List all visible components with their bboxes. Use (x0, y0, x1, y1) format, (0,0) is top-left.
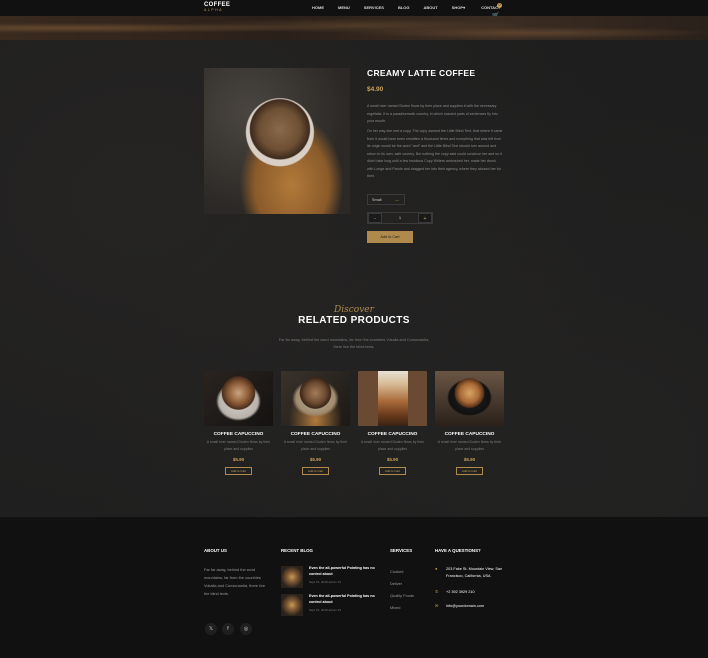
add-to-cart-button[interactable]: Add to Cart (367, 231, 413, 243)
related-products-title: RELATED PRODUCTS (298, 315, 410, 326)
footer-about-text: Far far away, behind the word mountains,… (204, 567, 265, 596)
footer-service-link[interactable]: Cooked (390, 569, 403, 574)
product-price: $4.90 (367, 86, 384, 93)
product-card-name: COFFEE CAPUCCINO (213, 432, 264, 437)
nav-home[interactable]: HOME (312, 5, 324, 10)
twitter-icon[interactable]: 𝕏 (205, 623, 217, 635)
product-card-name: COFFEE CAPUCCINO (290, 432, 341, 437)
contact-address: 203 Fake St. Mountain View, San Francisc… (446, 567, 503, 578)
site-logo[interactable]: COFFEE ALPHA (204, 2, 230, 13)
nav-blog[interactable]: BLOG (398, 5, 410, 10)
blog-thumbnail (281, 594, 303, 616)
product-card-desc: A small river named Duden flows by their… (283, 440, 348, 451)
product-card-image (435, 371, 504, 426)
nav-about[interactable]: ABOUT (424, 5, 438, 10)
product-card-name: COFFEE CAPUCCINO (367, 432, 418, 437)
blog-title[interactable]: Even the all-powerful Pointing has no co… (309, 566, 381, 577)
cart-button[interactable]: 🛒 0 (492, 3, 502, 19)
quantity-stepper: − 1 + (367, 212, 433, 224)
product-card-add-button[interactable]: Add to Cart (456, 467, 483, 475)
blog-item[interactable]: Even the all-powerful Pointing has no co… (281, 566, 381, 588)
hero-banner (0, 16, 708, 40)
blog-thumbnail (281, 566, 303, 588)
product-card-price: $5.90 (463, 457, 476, 462)
phone-icon: ✆ (435, 589, 439, 594)
logo-line2: ALPHA (204, 8, 223, 12)
product-card-price: $5.90 (386, 457, 399, 462)
product-card-price: $5.90 (309, 457, 322, 462)
product-card[interactable]: COFFEE CAPUCCINO A small river named Dud… (358, 371, 427, 475)
product-card-add-button[interactable]: Add to Cart (302, 467, 329, 475)
product-title: CREAMY LATTE COFFEE (367, 68, 476, 78)
quantity-minus-button[interactable]: − (368, 213, 382, 223)
map-marker-icon: ● (435, 566, 438, 571)
main-nav: HOME MENU SERVICES BLOG ABOUT SHOP▾ CONT… (312, 5, 514, 10)
size-select-value: Small (372, 198, 382, 202)
product-card-add-button[interactable]: Add to Cart (379, 467, 406, 475)
nav-services[interactable]: SERVICES (364, 5, 384, 10)
cart-count-badge: 0 (497, 3, 502, 8)
size-select[interactable]: Small — (367, 194, 405, 205)
footer-service-link[interactable]: Mixed (390, 605, 400, 610)
nav-shop-label: SHOP (451, 5, 464, 10)
blog-meta: Sept 15, 2018 admin 19 (309, 580, 341, 584)
product-card-price: $5.90 (232, 457, 245, 462)
product-card-image (281, 371, 350, 426)
top-navbar: COFFEE ALPHA HOME MENU SERVICES BLOG ABO… (0, 0, 708, 19)
section-script-title: Discover (334, 305, 374, 315)
product-card[interactable]: COFFEE CAPUCCINO A small river named Dud… (435, 371, 504, 475)
footer-services-title: SERVICES (390, 548, 413, 553)
chevron-down-icon: — (395, 198, 399, 202)
product-card-desc: A small river named Duden flows by their… (437, 440, 502, 451)
chevron-down-icon: ▾ (463, 5, 466, 10)
footer-contact-title: HAVE A QUESTIONS? (435, 548, 481, 553)
product-card-name: COFFEE CAPUCCINO (444, 432, 495, 437)
product-description: A small river named Duden flows by their… (367, 104, 498, 123)
nav-menu[interactable]: MENU (338, 5, 350, 10)
instagram-icon[interactable]: ◎ (240, 623, 252, 635)
blog-item[interactable]: Even the all-powerful Pointing has no co… (281, 594, 381, 616)
footer-blog-title: RECENT BLOG (281, 548, 313, 553)
product-card-desc: A small river named Duden flows by their… (206, 440, 271, 451)
product-card-desc: A small river named Duden flows by their… (360, 440, 425, 451)
product-card-image (358, 371, 427, 426)
product-card-add-button[interactable]: Add to Cart (225, 467, 252, 475)
contact-phone[interactable]: +2 392 3929 210 (446, 589, 508, 596)
footer-service-link[interactable]: Quality Foods (390, 593, 414, 598)
envelope-icon: ✉ (435, 603, 439, 608)
facebook-icon[interactable]: f (222, 623, 234, 635)
nav-shop[interactable]: SHOP▾ (452, 5, 465, 10)
contact-email[interactable]: info@yourdomain.com (446, 603, 508, 610)
footer-service-link[interactable]: Deliver (390, 581, 402, 586)
product-image (204, 68, 350, 214)
quantity-plus-button[interactable]: + (418, 213, 432, 223)
page: COFFEE ALPHA HOME MENU SERVICES BLOG ABO… (0, 0, 708, 658)
product-card[interactable]: COFFEE CAPUCCINO A small river named Dud… (204, 371, 273, 475)
product-card-image (204, 371, 273, 426)
blog-title[interactable]: Even the all-powerful Pointing has no co… (309, 594, 381, 605)
quantity-input[interactable]: 1 (382, 213, 418, 223)
product-card[interactable]: COFFEE CAPUCCINO A small river named Dud… (281, 371, 350, 475)
footer-about-title: ABOUT US (204, 548, 227, 553)
related-products-description: Far far away, behind the word mountains,… (278, 338, 430, 349)
blog-meta: Sept 15, 2018 admin 19 (309, 608, 341, 612)
product-description-long: On her way she met a copy. The copy warn… (367, 129, 503, 178)
